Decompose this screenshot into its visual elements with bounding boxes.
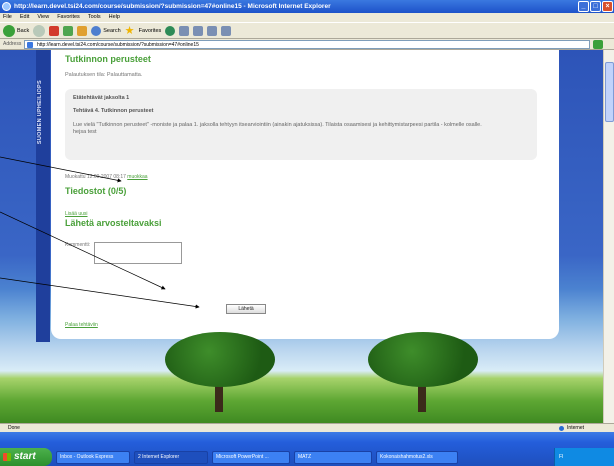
scrollbar-thumb[interactable] [605, 62, 614, 122]
back-label: Back [17, 27, 30, 34]
menu-file[interactable]: File [3, 13, 12, 22]
comment-label: Kommentti: [65, 242, 91, 248]
files-heading: Tiedostot (0/5) [65, 186, 127, 196]
menu-help[interactable]: Help [109, 13, 120, 22]
back-arrow-icon [3, 24, 15, 37]
status-text: Done [8, 425, 20, 431]
task-description: Lue vielä "Tutkinnon perusteet" -moniste… [73, 122, 482, 128]
messenger-icon[interactable] [221, 25, 232, 36]
send-heading: Lähetä arvosteltavaksi [65, 218, 162, 228]
task-excel[interactable]: Kokonaishahmotus2.xls [376, 450, 458, 464]
comment-textarea[interactable] [94, 242, 183, 264]
refresh-icon[interactable] [63, 25, 74, 36]
address-input[interactable]: http://learn.devel.tsi24.com/course/subm… [24, 39, 590, 49]
favorites-label: Favorites [138, 27, 162, 34]
search-button[interactable]: Search [91, 24, 121, 37]
taskbar-row: start Inbox - Outlook Express 2 Internet… [0, 448, 614, 466]
favorites-button[interactable]: ★ Favorites [125, 24, 162, 37]
search-icon [91, 25, 102, 36]
vertical-scrollbar[interactable] [603, 50, 614, 423]
forward-button[interactable] [33, 24, 46, 37]
system-tray: FI [554, 448, 614, 466]
search-label: Search [103, 27, 121, 34]
print-icon[interactable] [193, 25, 204, 36]
page-viewport: SUOMEN UPHEILIOPS Tutkinnon perusteet Pa… [0, 50, 614, 423]
address-bar: Address http://learn.devel.tsi24.com/cou… [0, 39, 614, 50]
window-title: http://learn.devel.tsi24.com/course/subm… [14, 3, 331, 10]
start-button[interactable]: start [0, 448, 52, 466]
task-answer: hejsa test [73, 129, 97, 135]
task-box: Etätehtävät jaksolta 1 Tehtävä 4. Tutkin… [65, 89, 537, 160]
home-icon[interactable] [77, 25, 88, 36]
maximize-icon[interactable]: □ [590, 1, 601, 12]
history-icon[interactable] [165, 25, 176, 36]
page-title: Tutkinnon perusteet [65, 54, 151, 64]
comment-row: Kommentti: [65, 242, 545, 264]
status-bar: Done Internet [0, 423, 614, 432]
brand-text: SUOMEN UPHEILIOPS [37, 80, 43, 145]
ie-icon [2, 2, 11, 11]
back-button[interactable]: Back [3, 24, 29, 37]
task-outlook[interactable]: Inbox - Outlook Express [56, 450, 130, 464]
go-icon[interactable] [593, 39, 603, 49]
language-indicator[interactable]: FI [559, 454, 563, 460]
modified-line: Muokattu 12.09.2007 08:17 muokkaa [65, 174, 545, 180]
content-panel: Tutkinnon perusteet Palautuksen tila: Pa… [51, 50, 559, 339]
window-title-bar: http://learn.devel.tsi24.com/course/subm… [0, 0, 614, 13]
brand-strip: SUOMEN UPHEILIOPS [36, 50, 50, 342]
task-matz[interactable]: MATZ [294, 450, 372, 464]
menu-bar: File Edit View Favorites Tools Help [0, 13, 614, 22]
back-to-tasks-link[interactable]: Palaa tehtäviin [65, 322, 98, 328]
menu-tools[interactable]: Tools [88, 13, 101, 22]
menu-edit[interactable]: Edit [20, 13, 29, 22]
mail-icon[interactable] [179, 25, 190, 36]
task-title: Tehtävä 4. Tutkinnon perusteet [73, 108, 154, 114]
submission-status: Palautuksen tila: Palauttamatta. [65, 72, 143, 78]
windows-taskbar: start Inbox - Outlook Express 2 Internet… [0, 432, 614, 466]
menu-view[interactable]: View [37, 13, 49, 22]
modified-text: Muokattu 12.09.2007 08:17 [65, 174, 126, 180]
stop-icon[interactable] [49, 25, 60, 36]
tree-right [368, 332, 478, 412]
task-powerpoint[interactable]: Microsoft PowerPoint ... [212, 450, 290, 464]
send-button[interactable]: Lähetä [226, 304, 266, 314]
browser-toolbar: Back Search ★ Favorites [0, 22, 614, 39]
edit-link[interactable]: muokkaa [127, 174, 147, 180]
task-source: Etätehtävät jaksolta 1 [73, 95, 130, 101]
task-ie[interactable]: 2 Internet Explorer [134, 450, 208, 464]
tree-left [165, 332, 275, 412]
edit-icon[interactable] [207, 25, 218, 36]
minimize-icon[interactable]: _ [578, 1, 589, 12]
star-icon: ★ [124, 24, 135, 37]
close-icon[interactable]: × [602, 1, 613, 12]
address-label: Address [3, 41, 22, 47]
forward-arrow-icon [33, 24, 46, 37]
add-file-link[interactable]: Lisää uusi [65, 211, 545, 217]
window-controls: _ □ × [578, 1, 613, 12]
menu-favorites[interactable]: Favorites [57, 13, 80, 22]
